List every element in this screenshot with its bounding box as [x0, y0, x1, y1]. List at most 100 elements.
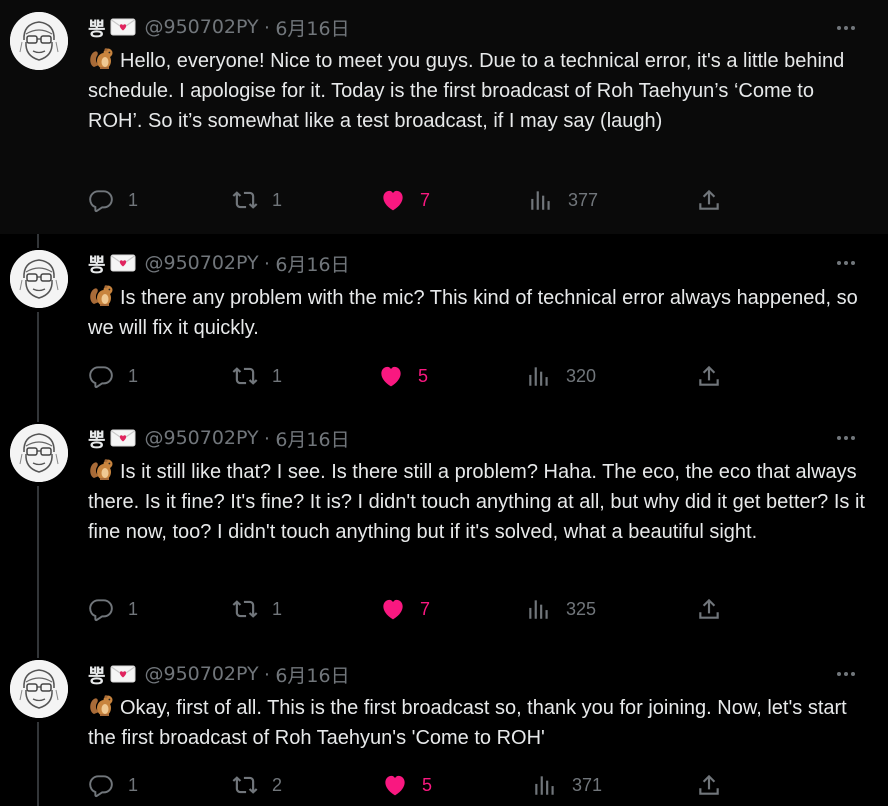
- tweet-header: 뽕 @950702PY · 6月16日: [88, 661, 350, 687]
- author-handle[interactable]: @950702PY: [144, 427, 258, 449]
- retweet-icon: [232, 187, 258, 213]
- retweet-count: 1: [272, 189, 283, 210]
- like-button[interactable]: 7: [380, 594, 430, 624]
- chipmunk-icon: [88, 694, 116, 718]
- retweet-count: 1: [272, 598, 283, 619]
- more-icon[interactable]: [832, 428, 860, 448]
- tweet-date[interactable]: 6月16日: [275, 661, 349, 688]
- tweet[interactable]: 뽕 @950702PY · 6月16日 Okay, first of all. …: [0, 648, 888, 806]
- views-icon: [532, 772, 558, 798]
- author-handle[interactable]: @950702PY: [144, 663, 258, 685]
- share-button[interactable]: [696, 770, 722, 800]
- reply-icon: [88, 187, 114, 213]
- views-count: 377: [568, 189, 599, 210]
- love-letter-icon: [110, 253, 136, 273]
- avatar[interactable]: [10, 12, 68, 70]
- tweet-text: Hello, everyone! Nice to meet you guys. …: [88, 46, 868, 136]
- author-name[interactable]: 뽕: [88, 425, 105, 452]
- share-button[interactable]: [696, 594, 722, 624]
- share-icon: [696, 596, 722, 622]
- retweet-icon: [232, 596, 258, 622]
- tweet-header: 뽕 @950702PY · 6月16日: [88, 14, 350, 40]
- views-count: 371: [572, 774, 603, 795]
- chipmunk-icon: [88, 458, 116, 482]
- tweet-date[interactable]: 6月16日: [275, 425, 349, 452]
- like-count: 7: [420, 598, 431, 619]
- author-name[interactable]: 뽕: [88, 250, 105, 277]
- author-handle[interactable]: @950702PY: [144, 252, 258, 274]
- retweet-button[interactable]: 1: [232, 361, 282, 391]
- retweet-icon: [232, 772, 258, 798]
- tweet-date[interactable]: 6月16日: [275, 14, 349, 41]
- share-icon: [696, 363, 722, 389]
- tweet[interactable]: 뽕 @950702PY · 6月16日 Is it still like tha…: [0, 412, 888, 644]
- like-count: 7: [420, 189, 431, 210]
- tweet-text-content: Is there any problem with the mic? This …: [88, 287, 858, 339]
- tweet-text: Is there any problem with the mic? This …: [88, 283, 868, 343]
- reply-count: 1: [128, 189, 139, 210]
- heart-icon: [378, 363, 404, 389]
- like-count: 5: [422, 774, 433, 795]
- views-button[interactable]: 377: [528, 185, 598, 215]
- share-icon: [696, 772, 722, 798]
- love-letter-icon: [110, 17, 136, 37]
- tweet-text-content: Is it still like that? I see. Is there s…: [88, 461, 865, 543]
- avatar[interactable]: [10, 660, 68, 718]
- avatar[interactable]: [10, 250, 68, 308]
- reply-count: 1: [128, 365, 139, 386]
- author-handle[interactable]: @950702PY: [144, 16, 258, 38]
- more-icon[interactable]: [832, 18, 860, 38]
- retweet-button[interactable]: 1: [232, 594, 282, 624]
- retweet-icon: [232, 363, 258, 389]
- views-count: 320: [566, 365, 597, 386]
- tweet[interactable]: 뽕 @950702PY · 6月16日 Hello, everyone! Nic…: [0, 0, 888, 234]
- like-button[interactable]: 5: [382, 770, 432, 800]
- tweet-header: 뽕 @950702PY · 6月16日: [88, 425, 350, 451]
- retweet-button[interactable]: 2: [232, 770, 282, 800]
- views-button[interactable]: 325: [526, 594, 596, 624]
- tweet-text-content: Okay, first of all. This is the first br…: [88, 697, 847, 749]
- reply-icon: [88, 363, 114, 389]
- reply-button[interactable]: 1: [88, 594, 138, 624]
- chipmunk-icon: [88, 284, 116, 308]
- tweet-actions: 1 1 5 320: [88, 361, 848, 391]
- more-icon[interactable]: [832, 664, 860, 684]
- reply-button[interactable]: 1: [88, 770, 138, 800]
- tweet-date[interactable]: 6月16日: [275, 250, 349, 277]
- share-button[interactable]: [696, 361, 722, 391]
- avatar[interactable]: [10, 424, 68, 482]
- more-icon[interactable]: [832, 253, 860, 273]
- views-icon: [526, 363, 552, 389]
- like-button[interactable]: 7: [380, 185, 430, 215]
- views-button[interactable]: 320: [526, 361, 596, 391]
- reply-count: 1: [128, 774, 139, 795]
- reply-icon: [88, 772, 114, 798]
- heart-icon: [380, 187, 406, 213]
- heart-icon: [382, 772, 408, 798]
- reply-button[interactable]: 1: [88, 185, 138, 215]
- love-letter-icon: [110, 428, 136, 448]
- like-count: 5: [418, 365, 429, 386]
- tweet-actions: 1 1 7 377: [88, 185, 848, 215]
- heart-icon: [380, 596, 406, 622]
- reply-button[interactable]: 1: [88, 361, 138, 391]
- tweet-header: 뽕 @950702PY · 6月16日: [88, 250, 350, 276]
- tweet-text: Okay, first of all. This is the first br…: [88, 693, 868, 753]
- tweet-actions: 1 1 7 325: [88, 594, 848, 624]
- love-letter-icon: [110, 664, 136, 684]
- reply-count: 1: [128, 598, 139, 619]
- share-button[interactable]: [696, 185, 722, 215]
- separator-dot: ·: [263, 426, 271, 449]
- chipmunk-icon: [88, 47, 116, 71]
- separator-dot: ·: [263, 251, 271, 274]
- like-button[interactable]: 5: [378, 361, 428, 391]
- views-icon: [528, 187, 554, 213]
- views-icon: [526, 596, 552, 622]
- retweet-count: 1: [272, 365, 283, 386]
- retweet-count: 2: [272, 774, 283, 795]
- retweet-button[interactable]: 1: [232, 185, 282, 215]
- author-name[interactable]: 뽕: [88, 14, 105, 41]
- views-button[interactable]: 371: [532, 770, 602, 800]
- author-name[interactable]: 뽕: [88, 661, 105, 688]
- tweet[interactable]: 뽕 @950702PY · 6月16日 Is there any problem…: [0, 238, 888, 406]
